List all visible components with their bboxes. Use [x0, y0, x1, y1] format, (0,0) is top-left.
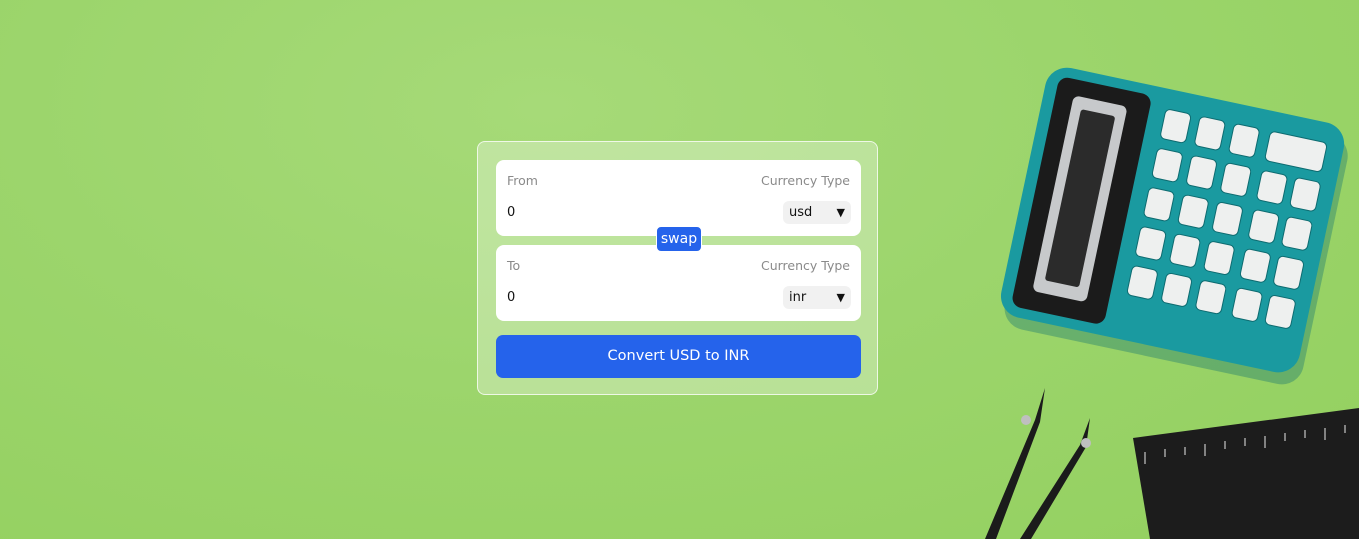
- to-currency-type-label: Currency Type: [760, 258, 850, 273]
- to-label: To: [507, 258, 521, 273]
- chevron-down-icon: ▼: [836, 206, 845, 219]
- from-amount-input[interactable]: [504, 200, 690, 224]
- ruler-icon: [1133, 408, 1359, 539]
- to-amount-input[interactable]: [504, 285, 690, 309]
- from-label: From: [507, 173, 538, 188]
- compass-icon: [985, 388, 1091, 539]
- from-currency-type-label: Currency Type: [760, 173, 850, 188]
- from-currency-select[interactable]: usd ▼: [783, 201, 851, 224]
- convert-button[interactable]: Convert USD to INR: [496, 335, 861, 378]
- swap-button[interactable]: swap: [656, 226, 702, 252]
- to-currency-value: inr: [789, 290, 807, 305]
- converter-card: From Currency Type usd ▼ To Currency Typ…: [477, 141, 878, 395]
- calculator-icon: [1000, 67, 1348, 385]
- chevron-down-icon: ▼: [836, 291, 845, 304]
- from-panel: From Currency Type usd ▼: [496, 160, 861, 236]
- from-currency-value: usd: [789, 205, 813, 220]
- to-currency-select[interactable]: inr ▼: [783, 286, 851, 309]
- to-panel: To Currency Type inr ▼: [496, 245, 861, 321]
